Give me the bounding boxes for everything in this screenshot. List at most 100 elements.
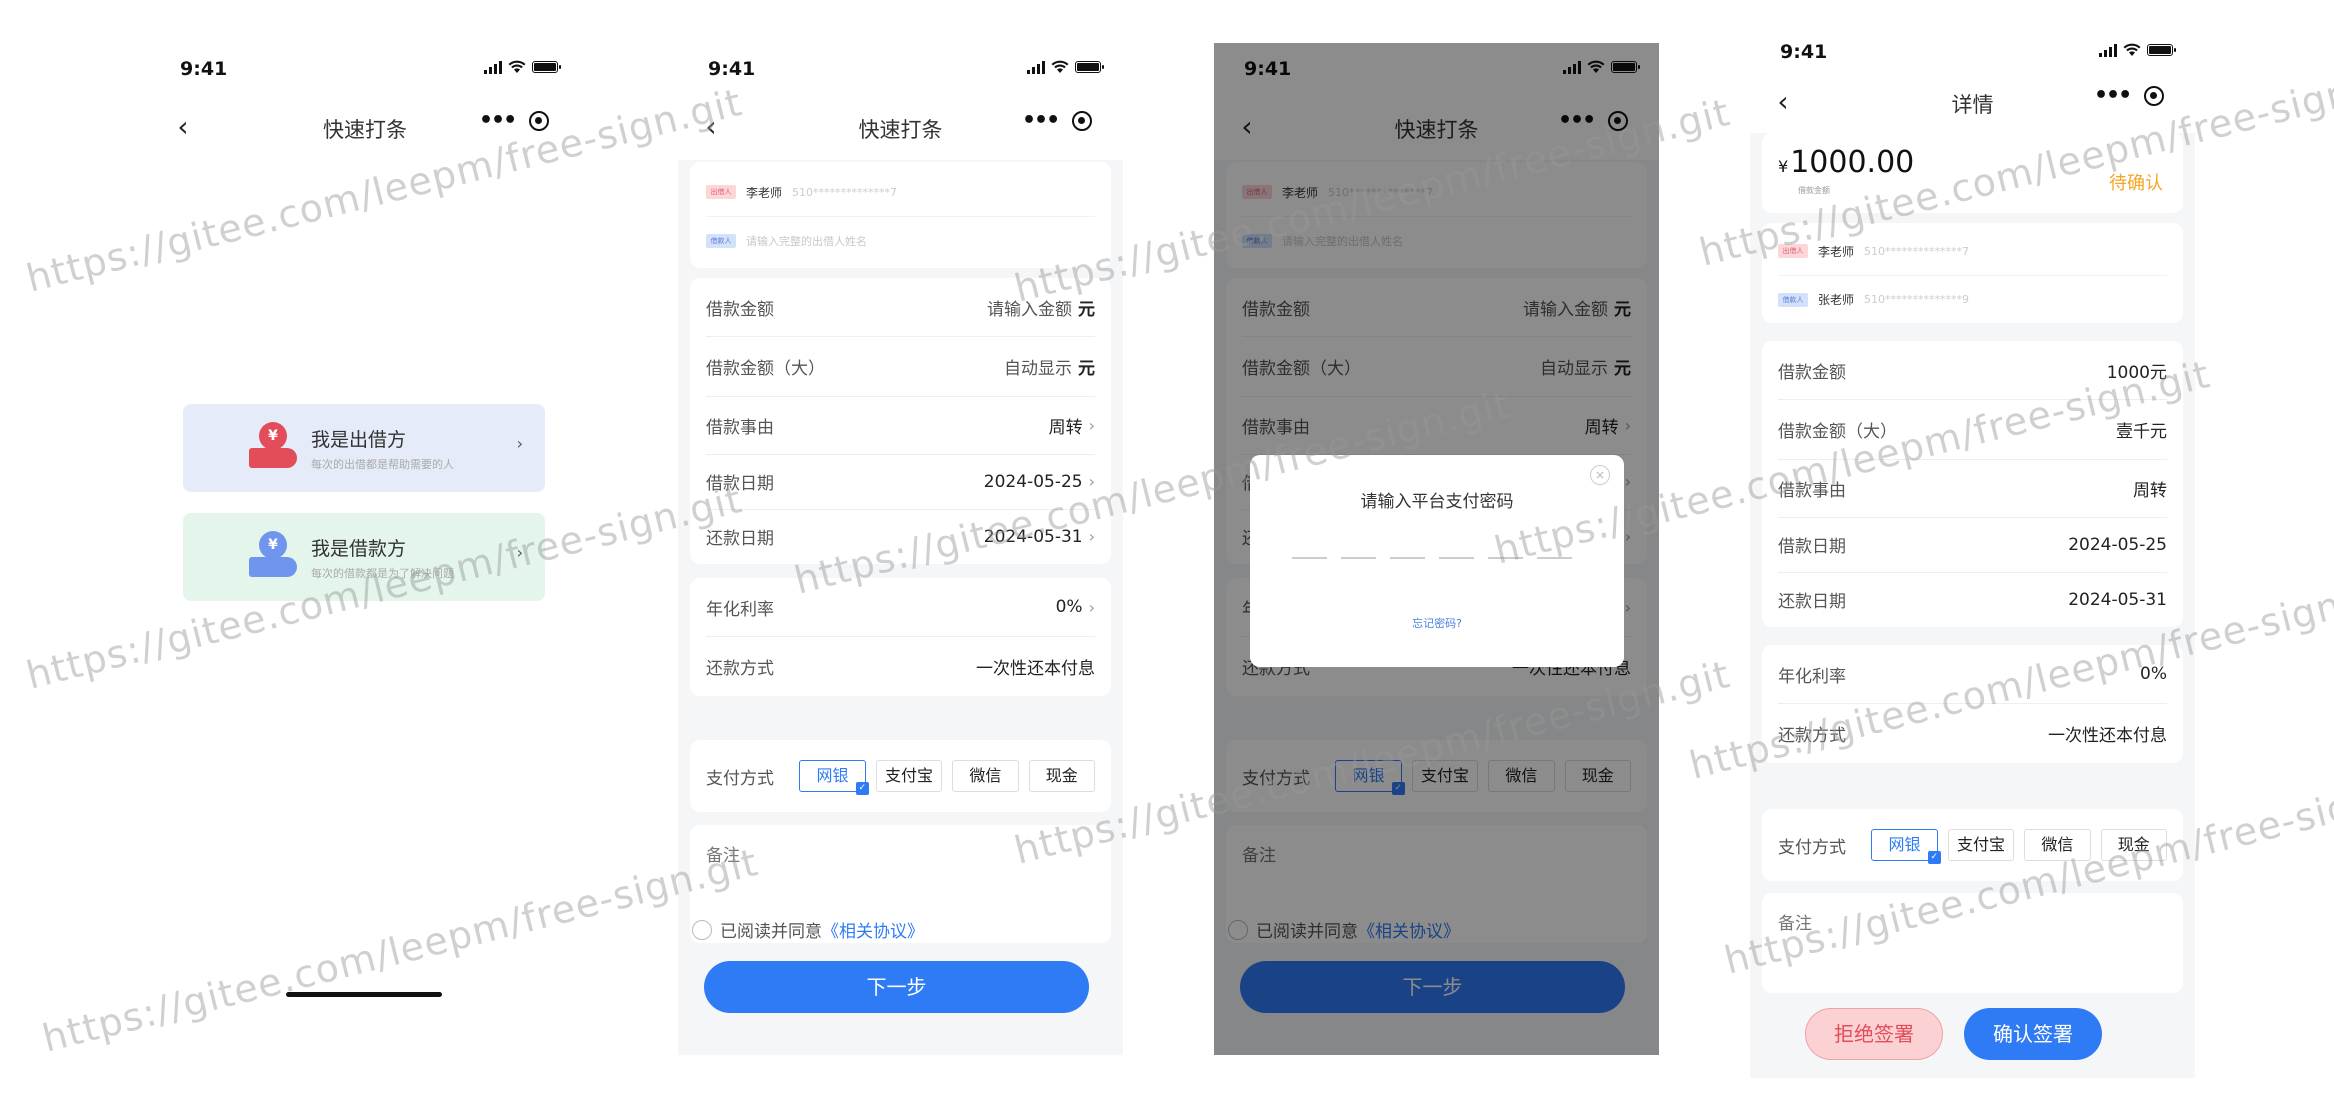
borrower-name-input[interactable]: 请输入完整的出借人姓名 (746, 233, 867, 249)
battery-icon (1075, 61, 1104, 73)
pay-option-wechat[interactable]: 微信 (952, 760, 1019, 792)
payment-card: 支付方式 网银 支付宝 微信 现金 (690, 740, 1111, 812)
status-time: 9:41 (180, 58, 228, 80)
loan-date-row[interactable]: 借款日期 2024-05-25 › (690, 454, 1111, 509)
loan-amount-upper-row: 借款金额（大） 自动显示元 (690, 336, 1111, 396)
reject-sign-button[interactable]: 拒绝签署 (1805, 1008, 1943, 1060)
field-label: 借款日期 (1778, 537, 1846, 557)
loan-amount-row: 借款金额 1000元 (1762, 341, 2183, 399)
chevron-right-icon: › (1088, 415, 1095, 435)
close-icon[interactable]: × (1590, 465, 1610, 485)
lender-role-title: 我是出借方 (311, 428, 407, 451)
screen-create-iou: 9:41 ‹ 快速打条 ••• 出借人 李老师 510*************… (678, 40, 1123, 1055)
payment-method-row: 支付方式 网银 支付宝 微信 现金 (690, 740, 1111, 812)
pay-option-cash[interactable]: 现金 (1028, 760, 1095, 792)
field-value: 2024-05-25 (2068, 534, 2167, 555)
borrower-row: 借款人 张老师 510**************9 (1778, 275, 2167, 323)
screen-role-select: 9:41 ‹ 快速打条 ••• ¥ 我是出借方 每次的出借都是帮助需要的人 › … (150, 40, 580, 1000)
field-label: 还款日期 (706, 529, 774, 549)
interest-rate-value: 0% (1055, 597, 1083, 617)
pin-slot (1292, 557, 1327, 559)
borrower-role-subtitle: 每次的借款都是为了解决问题 (311, 566, 454, 580)
loan-reason-value: 周转 (1048, 417, 1083, 438)
nav-bar: ‹ 快速打条 ••• (150, 100, 580, 160)
pin-slot (1488, 557, 1523, 559)
borrower-role-text: 我是借款方 每次的借款都是为了解决问题 (311, 534, 454, 581)
coin-symbol: ¥ (259, 422, 287, 450)
wifi-icon (508, 60, 526, 73)
pin-slot (1537, 557, 1572, 559)
field-label: 借款金额（大） (706, 358, 825, 379)
coin-symbol: ¥ (259, 531, 287, 559)
lender-role-subtitle: 每次的出借都是帮助需要的人 (311, 457, 454, 471)
loan-amount-input[interactable]: 请输入金额 (987, 295, 1072, 320)
repay-method-row: 还款方式 一次性还本付息 (690, 636, 1111, 696)
interest-rate-row[interactable]: 年化利率 0% › (690, 578, 1111, 636)
repay-date-row: 还款日期 2024-05-31 (1762, 572, 2183, 627)
agreement-link[interactable]: 《相关协议》 (822, 917, 924, 942)
repay-method-row: 还款方式 一次性还本付息 (1762, 703, 2183, 763)
screen-iou-detail: 9:41 ‹ 详情 ••• ¥ 1000.00 借款金额 待确认 出借人 李老师… (1750, 23, 2195, 1078)
pay-option-cash: 现金 (2100, 829, 2167, 861)
loan-amount-row[interactable]: 借款金额 请输入金额元 (690, 278, 1111, 336)
lender-hand-coin-icon: ¥ (249, 422, 301, 474)
repay-method-value: 一次性还本付息 (976, 658, 1095, 679)
field-value: 0% (2140, 664, 2167, 684)
remark-label: 备注 (1778, 914, 1812, 934)
agreement-row: 已阅读并同意 《相关协议》 (692, 917, 924, 942)
battery-icon (2147, 44, 2176, 56)
field-label: 借款事由 (1778, 480, 1846, 501)
close-target-icon[interactable] (2144, 86, 2165, 106)
more-icon[interactable]: ••• (1022, 110, 1060, 132)
field-value: 周转 (2133, 480, 2167, 501)
signal-icon (1027, 60, 1045, 74)
unit-label: 元 (1078, 358, 1095, 379)
field-value: 2024-05-31 (2068, 589, 2167, 610)
interest-rate-row: 年化利率 0% (1762, 645, 2183, 703)
interest-card: 年化利率 0% 还款方式 一次性还本付息 (1762, 645, 2183, 763)
field-label: 还款方式 (706, 658, 774, 679)
field-value: 壹千元 (2116, 421, 2167, 442)
borrower-role-card[interactable]: ¥ 我是借款方 每次的借款都是为了解决问题 › (183, 513, 545, 601)
lender-id: 510**************7 (792, 185, 898, 199)
field-value: 一次性还本付息 (2048, 725, 2167, 746)
lender-name: 李老师 (746, 185, 783, 200)
loan-info-card: 借款金额 请输入金额元 借款金额（大） 自动显示元 借款事由 周转› 借款日期 … (690, 278, 1111, 564)
field-label: 支付方式 (706, 768, 774, 789)
chevron-right-icon: › (1088, 527, 1095, 546)
status-icons (1027, 60, 1104, 74)
loan-amount-upper-row: 借款金额（大） 壹千元 (1762, 399, 2183, 459)
loan-reason-row[interactable]: 借款事由 周转 › (690, 396, 1111, 454)
parties-card: 出借人 李老师 510**************7 借款人 请输入完整的出借人… (690, 162, 1111, 268)
pay-option-alipay[interactable]: 支付宝 (875, 760, 943, 792)
borrower-row[interactable]: 借款人 请输入完整的出借人姓名 (706, 216, 1095, 264)
hand-shape (249, 557, 297, 577)
screen-payment-password: 9:41 ‹ 快速打条 ••• 出借人 李老师 510*************… (1214, 43, 1659, 1055)
wifi-icon (2123, 43, 2141, 56)
chevron-right-icon: › (516, 543, 523, 562)
confirm-sign-button[interactable]: 确认签署 (1964, 1008, 2102, 1060)
pay-option-bank: 网银 (1871, 829, 1942, 864)
more-icon[interactable]: ••• (479, 110, 517, 132)
borrower-tag: 借款人 (1778, 292, 1808, 307)
loan-date-value: 2024-05-25 (983, 471, 1083, 492)
lender-role-card[interactable]: ¥ 我是出借方 每次的出借都是帮助需要的人 › (183, 404, 545, 492)
repay-date-row[interactable]: 还款日期 2024-05-31 › (690, 509, 1111, 564)
close-target-icon[interactable] (529, 111, 550, 131)
field-label: 借款金额 (706, 299, 774, 320)
field-label: 支付方式 (1778, 837, 1846, 858)
signal-icon (484, 60, 502, 74)
auto-display-value: 自动显示 (1004, 358, 1072, 379)
password-input[interactable] (1292, 557, 1572, 559)
more-icon[interactable]: ••• (2094, 85, 2132, 107)
forgot-password-link[interactable]: 忘记密码? (1250, 615, 1624, 631)
nav-bar: ‹ 快速打条 ••• (678, 100, 1123, 160)
pin-slot (1341, 557, 1376, 559)
pay-option-bank[interactable]: 网银 (799, 760, 870, 795)
next-step-button[interactable]: 下一步 (704, 961, 1089, 1013)
mini-program-capsule: ••• (2081, 79, 2177, 113)
agree-radio[interactable] (692, 919, 712, 940)
field-label: 借款金额（大） (1778, 421, 1897, 442)
lender-row: 出借人 李老师 510**************7 (690, 168, 1111, 216)
close-target-icon[interactable] (1072, 111, 1093, 131)
